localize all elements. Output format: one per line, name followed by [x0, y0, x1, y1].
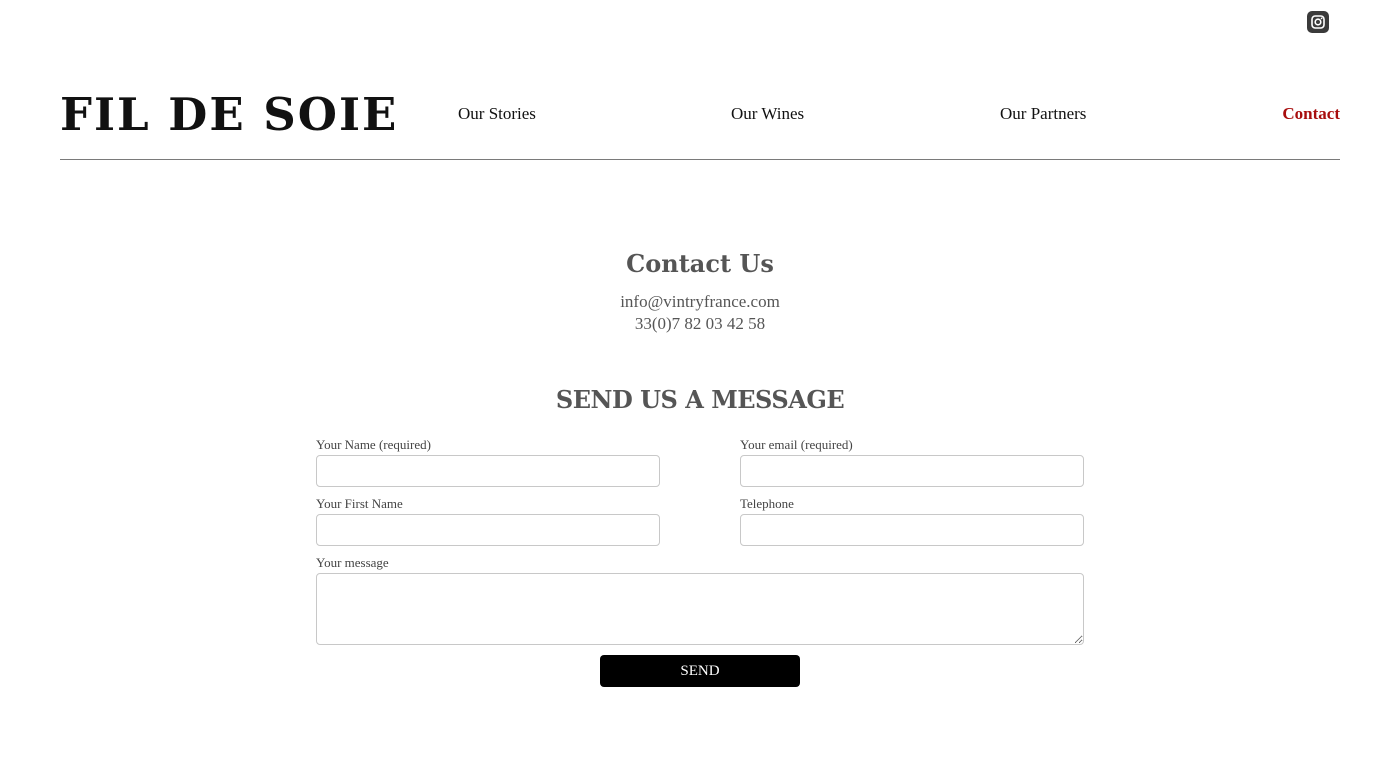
contact-phone: 33(0)7 82 03 42 58	[634, 314, 766, 333]
form-title: SEND US A MESSAGE	[555, 385, 845, 414]
page: FIL DE SOIE Our Stories Our Wines Our Pa…	[0, 0, 1400, 762]
message-field[interactable]	[316, 573, 1084, 645]
nav-contact[interactable]: Contact	[1282, 103, 1340, 125]
contact-title: Contact Us	[626, 249, 774, 278]
header-divider	[60, 159, 1340, 160]
name-field[interactable]	[316, 455, 660, 487]
telephone-label: Telephone	[740, 496, 794, 511]
message-label: Your message	[316, 555, 389, 570]
contact-email: info@vintryfrance.com	[620, 292, 780, 311]
email-field[interactable]	[740, 455, 1084, 487]
instagram-icon[interactable]	[1307, 11, 1329, 33]
nav-our-wines[interactable]: Our Wines	[731, 103, 804, 125]
first-name-label: Your First Name	[316, 496, 403, 511]
name-label: Your Name (required)	[316, 437, 431, 452]
first-name-field[interactable]	[316, 514, 660, 546]
nav-our-stories[interactable]: Our Stories	[458, 103, 536, 125]
telephone-field[interactable]	[740, 514, 1084, 546]
send-button[interactable]: SEND	[600, 655, 800, 687]
instagram-glyph	[1311, 15, 1325, 29]
nav-our-partners[interactable]: Our Partners	[1000, 103, 1086, 125]
email-label: Your email (required)	[740, 437, 853, 452]
main-nav: Our Stories Our Wines Our Partners Conta…	[0, 103, 1400, 127]
